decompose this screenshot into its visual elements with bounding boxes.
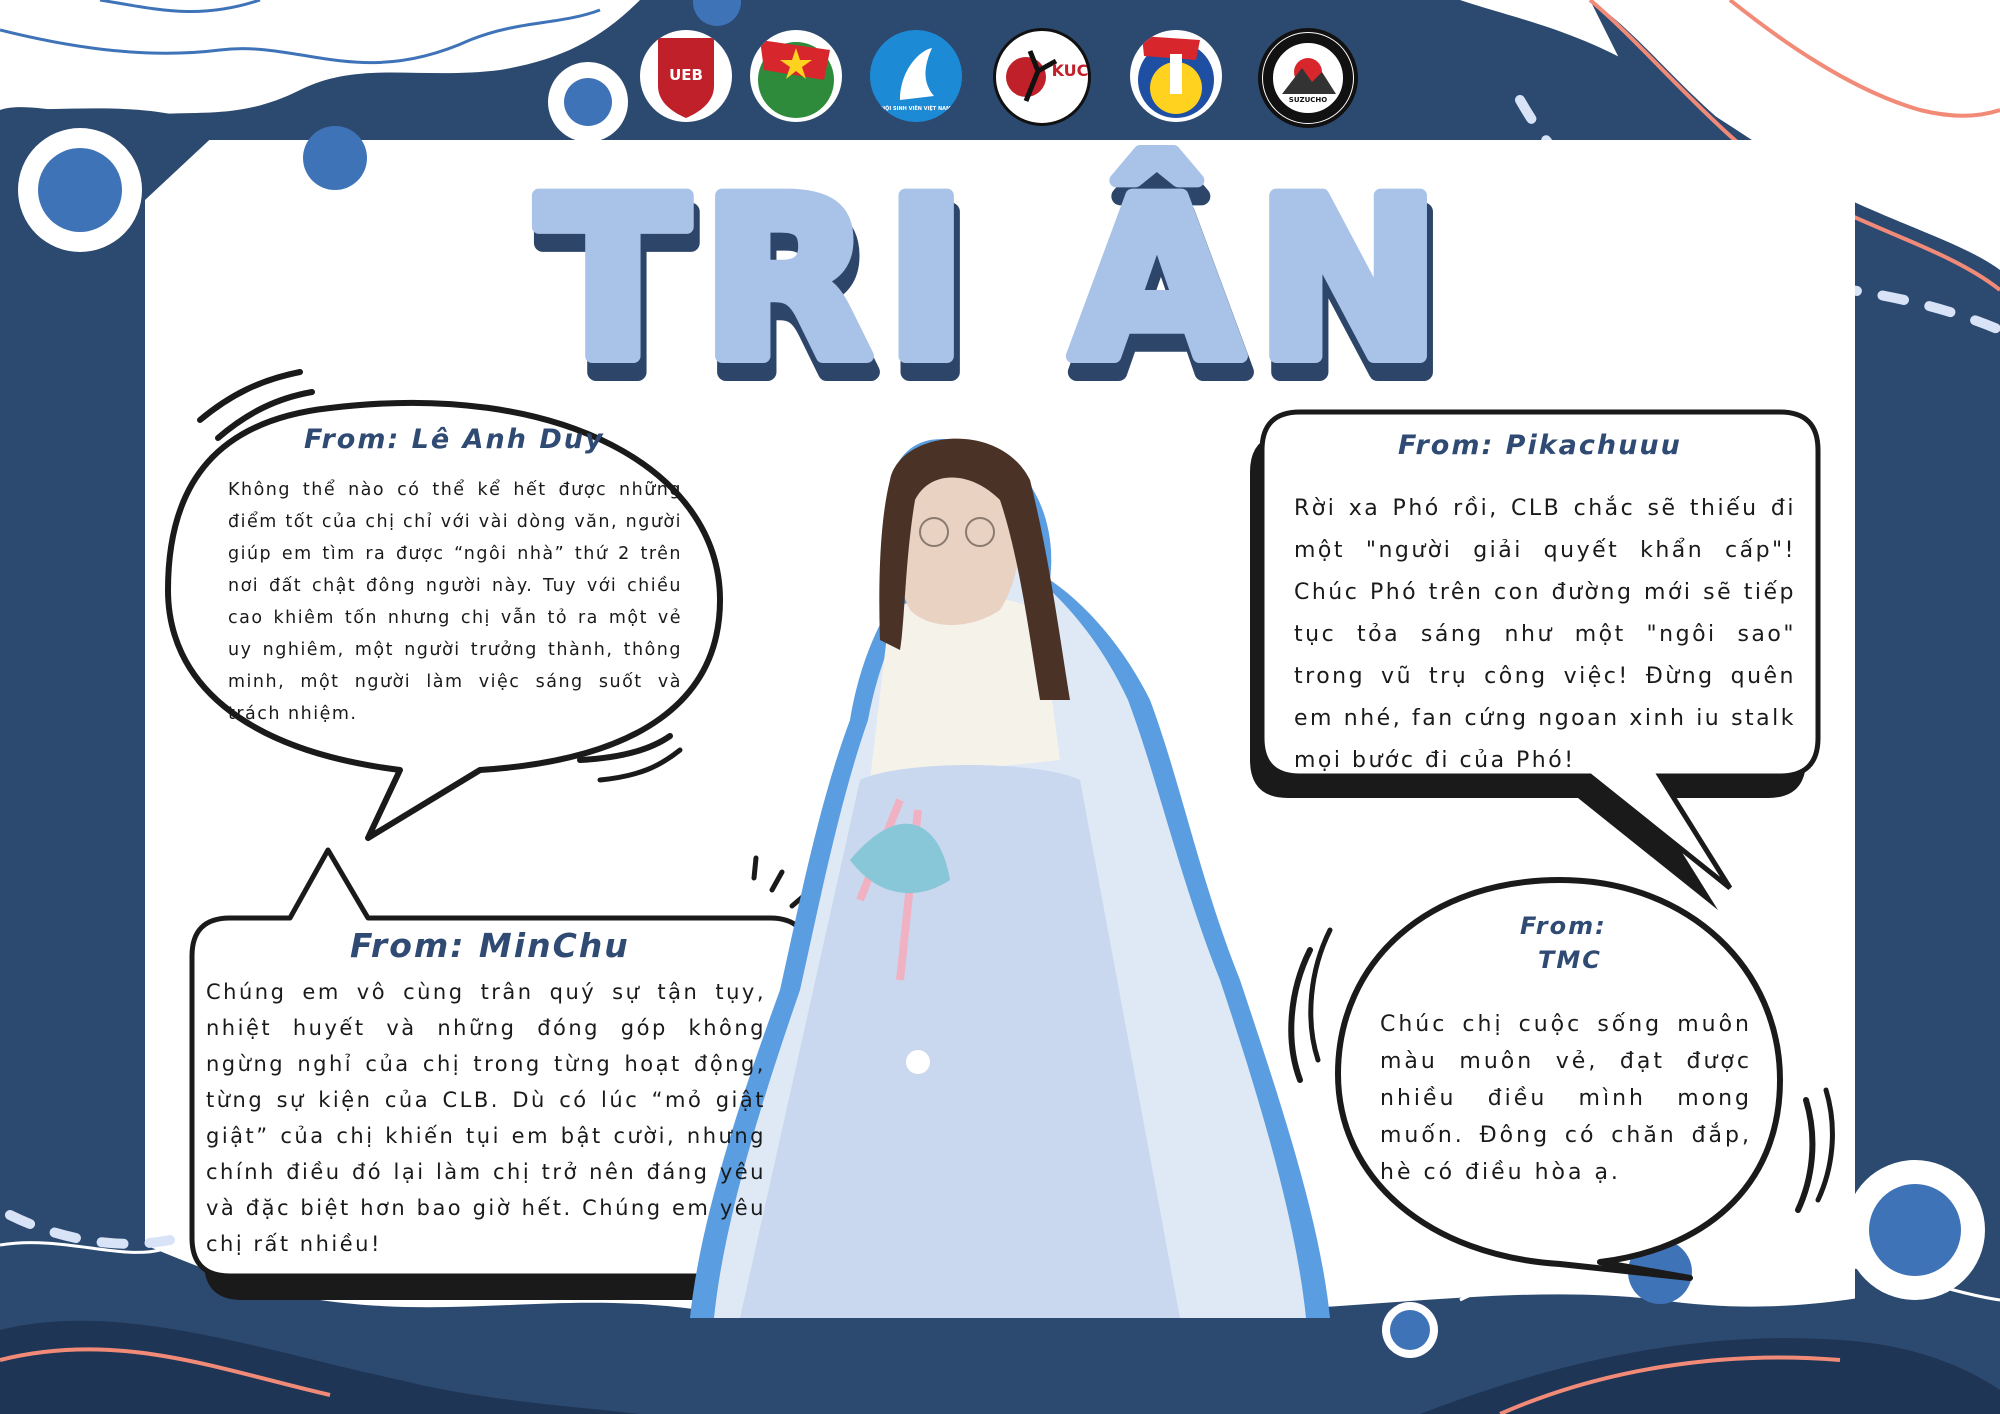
- from-pikachuuu: From: Pikachuuu: [1398, 430, 1682, 461]
- message-minchu: Chúng em vô cùng trân quý sự tận tụy, nh…: [206, 980, 766, 1256]
- from-tmc-label: From:: [1520, 912, 1607, 940]
- from-minchu: From: MinChu: [350, 926, 630, 965]
- from-tmc-name: TMC: [1538, 946, 1602, 974]
- poster: UEB HỘI SINH VIÊN VIỆT NAM KUC SUZUCHO T…: [0, 0, 2000, 1414]
- message-pikachuuu: Rời xa Phó rồi, CLB chắc sẽ thiếu đi một…: [1294, 496, 1796, 773]
- message-tmc: Chúc chị cuộc sống muôn màu muôn vẻ, đạt…: [1380, 1012, 1752, 1185]
- from-le-anh-duy: From: Lê Anh Duy: [304, 424, 605, 455]
- message-le-anh-duy: Không thể nào có thể kể hết được những đ…: [228, 480, 682, 724]
